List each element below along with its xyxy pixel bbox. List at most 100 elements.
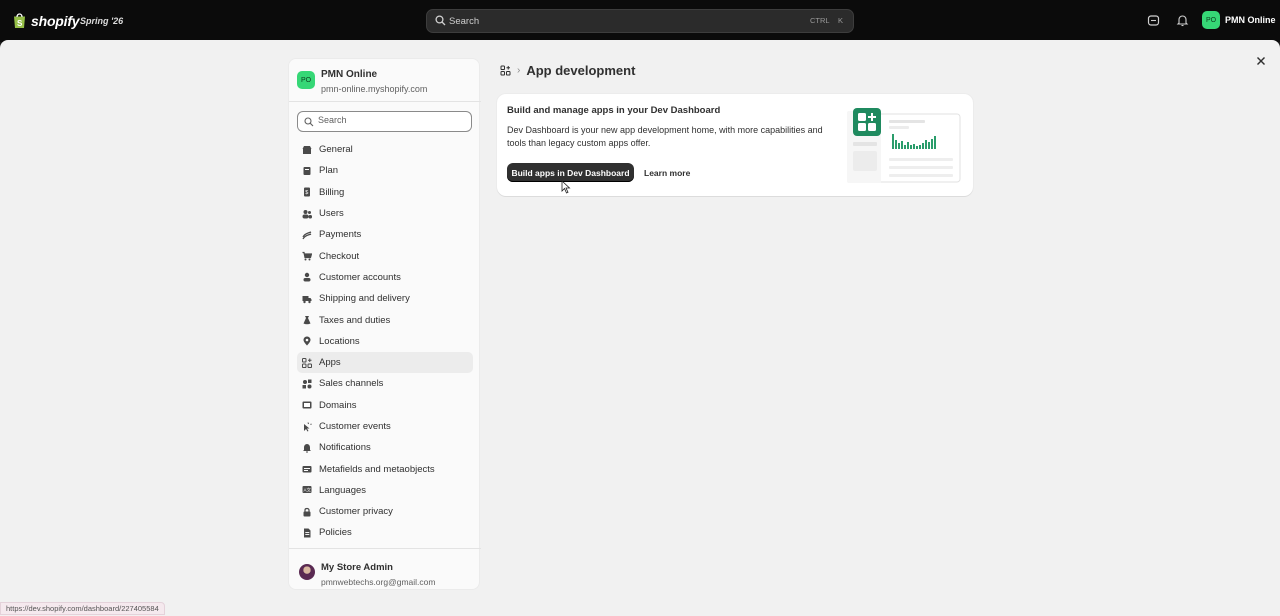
search-icon [435, 15, 446, 26]
top-bar: S shopify Spring '26 Search CTRL K PO PM… [0, 0, 1280, 42]
sidebar-item-languages[interactable]: A文 Languages [297, 480, 473, 501]
sidebar-item-label: Policies [319, 527, 352, 539]
divider [289, 101, 481, 102]
globe-icon [302, 400, 312, 410]
brand-wordmark: shopify [31, 12, 80, 29]
status-bar-url: https://dev.shopify.com/dashboard/227405… [0, 602, 165, 615]
shortcut-ctrl: CTRL [810, 16, 830, 25]
sidebar-item-taxes-and-duties[interactable]: Taxes and duties [297, 309, 473, 330]
admin-email: pmnwebtechs.org@gmail.com [321, 577, 436, 587]
store-name: PMN Online [321, 69, 378, 80]
store-admin[interactable]: My Store Admin pmnwebtechs.org@gmail.com [299, 562, 435, 587]
store-icon [302, 145, 312, 155]
shopping-bag-icon: S [14, 13, 25, 28]
user-name: PMN Online [1225, 15, 1276, 25]
sidebar-item-shipping-and-delivery[interactable]: Shipping and delivery [297, 288, 473, 309]
sidebar-item-label: Sales channels [319, 378, 384, 390]
channels-icon [302, 379, 312, 389]
receipt-icon: $ [302, 187, 312, 197]
svg-text:S: S [17, 19, 23, 28]
sidebar-item-notifications[interactable]: Notifications [297, 437, 473, 458]
avatar [299, 564, 315, 580]
sidebar-item-users[interactable]: Users [297, 203, 473, 224]
admin-name: My Store Admin [321, 562, 393, 573]
sidebar-item-label: Metafields and metaobjects [319, 463, 435, 475]
cursor-icon [302, 421, 312, 432]
location-icon [302, 336, 312, 346]
close-icon [1257, 57, 1265, 65]
mouse-cursor-icon [561, 180, 571, 194]
global-search[interactable]: Search CTRL K [426, 9, 854, 33]
store-url: pmn-online.myshopify.com [321, 84, 428, 94]
sidebar-item-label: Taxes and duties [319, 314, 391, 326]
apps-icon[interactable] [500, 65, 511, 76]
database-icon [302, 464, 312, 474]
shopify-logo[interactable]: S shopify [12, 12, 80, 29]
sidebar-item-customer-accounts[interactable]: Customer accounts [297, 267, 473, 288]
user-avatar: PO [1202, 11, 1220, 29]
divider [289, 548, 481, 549]
close-settings-button[interactable] [1252, 52, 1270, 70]
sidebar-item-label: Domains [319, 399, 357, 411]
sidebar-item-label: Billing [319, 186, 345, 198]
sidebar-item-label: Languages [319, 484, 367, 496]
bell-icon [302, 443, 312, 453]
settings-menu: General Plan $ Billing Users Payments Checkout… [297, 139, 473, 544]
bell-icon[interactable] [1176, 14, 1189, 27]
user-menu[interactable]: PO PMN Online [1202, 11, 1276, 29]
chevron-right-icon: › [517, 65, 521, 76]
tax-icon [302, 315, 312, 325]
sidebar-item-label: Users [319, 208, 344, 220]
sidebar-item-customer-events[interactable]: Customer events [297, 416, 473, 437]
sidebar-item-label: Shipping and delivery [319, 293, 410, 305]
dashboard-illustration [847, 108, 961, 183]
sidebar-item-label: Customer privacy [319, 506, 393, 518]
sidebar-item-plan[interactable]: Plan [297, 160, 473, 181]
sidebar-item-label: Apps [319, 357, 341, 369]
search-icon [304, 117, 314, 127]
sidebar-item-customer-privacy[interactable]: Customer privacy [297, 501, 473, 522]
page-title: App development [526, 63, 636, 78]
sidebar-item-billing[interactable]: $ Billing [297, 182, 473, 203]
breadcrumb: › App development [500, 63, 635, 78]
person-icon [302, 272, 312, 282]
sidebar-item-metafields-and-metaobjects[interactable]: Metafields and metaobjects [297, 458, 473, 479]
apps-icon [302, 357, 312, 368]
sidebar-item-sales-channels[interactable]: Sales channels [297, 373, 473, 394]
sidekick-icon[interactable] [1147, 14, 1160, 27]
truck-icon [302, 294, 312, 304]
learn-more-button[interactable]: Learn more [644, 163, 690, 182]
shortcut-k: K [838, 16, 844, 25]
store-avatar: PO [297, 71, 315, 89]
store-switcher[interactable]: PO PMN Online pmn-online.myshopify.com [297, 69, 427, 94]
sidebar-item-label: Customer accounts [319, 271, 401, 283]
users-icon [302, 209, 312, 219]
sidebar-item-policies[interactable]: Policies [297, 522, 473, 543]
sidebar-item-label: Locations [319, 335, 360, 347]
cart-icon [302, 251, 312, 261]
document-icon [302, 528, 312, 538]
sidebar-item-domains[interactable]: Domains [297, 395, 473, 416]
edition-badge[interactable]: Spring '26 [80, 16, 123, 26]
sidebar-item-general[interactable]: General [297, 139, 473, 160]
sidebar-item-label: Customer events [319, 421, 391, 432]
sidebar-item-locations[interactable]: Locations [297, 331, 473, 352]
payments-icon [302, 230, 312, 240]
sidebar-item-label: General [319, 144, 353, 156]
global-search-placeholder: Search [449, 16, 480, 27]
settings-search-input[interactable] [318, 115, 463, 125]
sidebar-item-label: Payments [319, 229, 362, 241]
plan-icon [302, 166, 312, 176]
sidebar-item-apps[interactable]: Apps [297, 351, 473, 374]
svg-text:A文: A文 [304, 487, 312, 494]
sidebar-item-label: Checkout [319, 250, 360, 262]
lock-icon [302, 507, 312, 517]
settings-search[interactable] [297, 111, 472, 132]
sidebar-item-payments[interactable]: Payments [297, 224, 473, 245]
settings-nav: PO PMN Online pmn-online.myshopify.com G… [288, 58, 481, 590]
card-description: Dev Dashboard is your new app developmen… [507, 125, 823, 148]
sidebar-item-label: Notifications [319, 442, 371, 454]
sidebar-item-label: Plan [319, 165, 339, 177]
sidebar-item-checkout[interactable]: Checkout [297, 245, 473, 266]
card-title: Build and manage apps in your Dev Dashbo… [507, 105, 721, 116]
